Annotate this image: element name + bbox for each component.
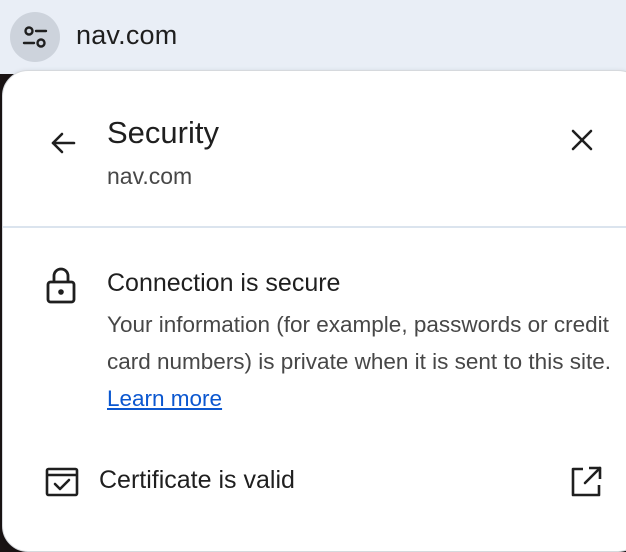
connection-description: Your information (for example, passwords… [107, 306, 612, 417]
certificate-row[interactable]: Certificate is valid [3, 449, 626, 513]
security-panel: Security nav.com Connection is secure Yo… [2, 70, 626, 552]
connection-title: Connection is secure [107, 269, 341, 297]
lock-icon [46, 267, 76, 304]
connection-description-text: Your information (for example, passwords… [107, 312, 611, 374]
certificate-icon [45, 467, 79, 497]
certificate-label: Certificate is valid [99, 466, 295, 494]
open-in-new-icon[interactable] [569, 465, 603, 499]
arrow-left-icon [51, 132, 76, 154]
omnibox-url[interactable]: nav.com [76, 20, 177, 51]
tune-icon [22, 26, 48, 48]
back-button[interactable] [41, 121, 85, 165]
learn-more-link[interactable]: Learn more [107, 386, 222, 411]
close-button[interactable] [559, 117, 605, 163]
site-info-button[interactable] [10, 12, 60, 62]
omnibox[interactable]: nav.com [0, 0, 626, 74]
close-icon [571, 129, 593, 151]
panel-title: Security [107, 115, 219, 150]
panel-subtitle: nav.com [107, 163, 193, 189]
divider [3, 226, 626, 228]
